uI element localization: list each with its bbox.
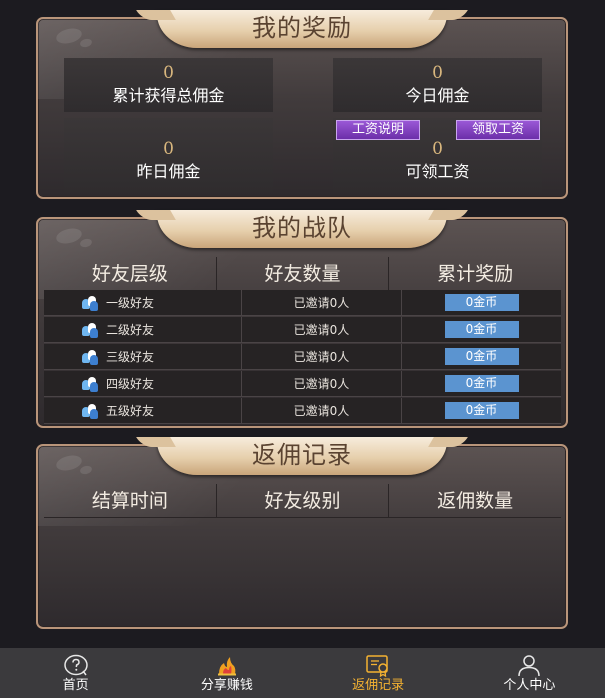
friends-icon xyxy=(82,376,98,392)
column-header-level: 好友层级 xyxy=(44,257,217,290)
panel-gloss xyxy=(79,464,93,476)
invited-count: 已邀请0人 xyxy=(242,317,402,342)
friends-icon xyxy=(82,403,98,419)
coin-badge: 0金币 xyxy=(444,348,519,365)
nav-label: 首页 xyxy=(62,678,89,693)
nav-label: 返佣记录 xyxy=(352,678,405,693)
friends-icon xyxy=(82,349,98,365)
reward-cell: 0金币 xyxy=(402,371,561,396)
today-commission-value: 0 xyxy=(432,63,443,83)
nav-item-profile[interactable]: 个人中心 xyxy=(454,648,605,698)
today-commission-label: 今日佣金 xyxy=(405,86,470,105)
friend-level-cell: 五级好友 xyxy=(44,398,242,423)
yesterday-commission-box: 0 昨日佣金 xyxy=(64,118,273,192)
bottom-nav: 首页 分享赚钱 返佣记录 个人中心 xyxy=(0,648,605,698)
user-icon xyxy=(518,655,541,677)
nav-label: 个人中心 xyxy=(503,678,556,693)
nav-item-commission-records[interactable]: 返佣记录 xyxy=(303,648,454,698)
rewards-title: 我的奖励 xyxy=(157,10,447,48)
reward-cell: 0金币 xyxy=(402,344,561,369)
friend-level: 一级好友 xyxy=(106,296,155,310)
panel-gloss xyxy=(79,237,93,249)
coin-badge: 0金币 xyxy=(444,321,519,338)
flame-icon xyxy=(217,657,236,676)
coin-badge: 0金币 xyxy=(444,375,519,392)
total-commission-value: 0 xyxy=(163,63,174,83)
team-title: 我的战队 xyxy=(157,210,447,248)
invited-count: 已邀请0人 xyxy=(242,290,402,315)
column-header-reward: 累计奖励 xyxy=(437,263,514,285)
yesterday-commission-label: 昨日佣金 xyxy=(136,162,201,181)
reward-cell: 0金币 xyxy=(402,290,561,315)
friend-level-cell: 一级好友 xyxy=(44,290,242,315)
nav-item-share[interactable]: 分享赚钱 xyxy=(151,648,302,698)
friend-level: 三级好友 xyxy=(106,350,155,364)
wage-info-button[interactable]: 工资说明 xyxy=(336,120,420,140)
table-row: 三级好友 已邀请0人 0金币 xyxy=(44,344,561,370)
friends-icon xyxy=(82,295,98,311)
panel-gloss xyxy=(79,37,93,49)
nav-label: 分享赚钱 xyxy=(200,678,253,693)
column-header-settle-time: 结算时间 xyxy=(44,484,217,517)
records-panel: 返佣记录 结算时间 好友级别 返佣数量 xyxy=(36,437,568,629)
team-panel: 我的战队 好友层级 好友数量 累计奖励 一级好友 已邀请0人 0金币 二级好友 … xyxy=(36,210,568,428)
reward-cell: 0金币 xyxy=(402,317,561,342)
friend-level: 四级好友 xyxy=(106,377,155,391)
invited-count: 已邀请0人 xyxy=(242,371,402,396)
table-row: 四级好友 已邀请0人 0金币 xyxy=(44,371,561,397)
friend-level-cell: 三级好友 xyxy=(44,344,242,369)
claim-wage-button[interactable]: 领取工资 xyxy=(456,120,540,140)
friends-icon xyxy=(82,322,98,338)
friend-level-cell: 四级好友 xyxy=(44,371,242,396)
rewards-panel: 我的奖励 0 累计获得总佣金 0 今日佣金 0 昨日佣金 0 可领工资 工资说明… xyxy=(36,10,568,199)
team-table-header: 好友层级 好友数量 累计奖励 xyxy=(44,257,561,291)
table-row: 一级好友 已邀请0人 0金币 xyxy=(44,290,561,316)
friend-level: 二级好友 xyxy=(106,323,155,337)
today-commission-box: 0 今日佣金 xyxy=(333,58,542,112)
total-commission-label: 累计获得总佣金 xyxy=(112,86,225,105)
coin-badge: 0金币 xyxy=(444,402,519,419)
friend-level: 五级好友 xyxy=(106,404,155,418)
column-header-count: 好友数量 xyxy=(217,257,390,290)
column-header-friend-level: 好友级别 xyxy=(217,484,390,517)
records-title: 返佣记录 xyxy=(157,437,447,475)
total-commission-box: 0 累计获得总佣金 xyxy=(64,58,273,112)
nav-item-home[interactable]: 首页 xyxy=(0,648,151,698)
coin-badge: 0金币 xyxy=(444,294,519,311)
certificate-icon xyxy=(366,655,388,677)
yesterday-commission-value: 0 xyxy=(163,139,174,159)
claimable-wage-value: 0 xyxy=(432,139,443,159)
column-header-commission-amount: 返佣数量 xyxy=(437,490,514,512)
friend-level-cell: 二级好友 xyxy=(44,317,242,342)
reward-cell: 0金币 xyxy=(402,398,561,423)
invited-count: 已邀请0人 xyxy=(242,398,402,423)
table-row: 五级好友 已邀请0人 0金币 xyxy=(44,398,561,424)
invited-count: 已邀请0人 xyxy=(242,344,402,369)
claimable-wage-label: 可领工资 xyxy=(405,162,470,181)
records-table-header: 结算时间 好友级别 返佣数量 xyxy=(44,484,561,518)
table-row: 二级好友 已邀请0人 0金币 xyxy=(44,317,561,343)
help-circle-icon xyxy=(63,654,88,676)
